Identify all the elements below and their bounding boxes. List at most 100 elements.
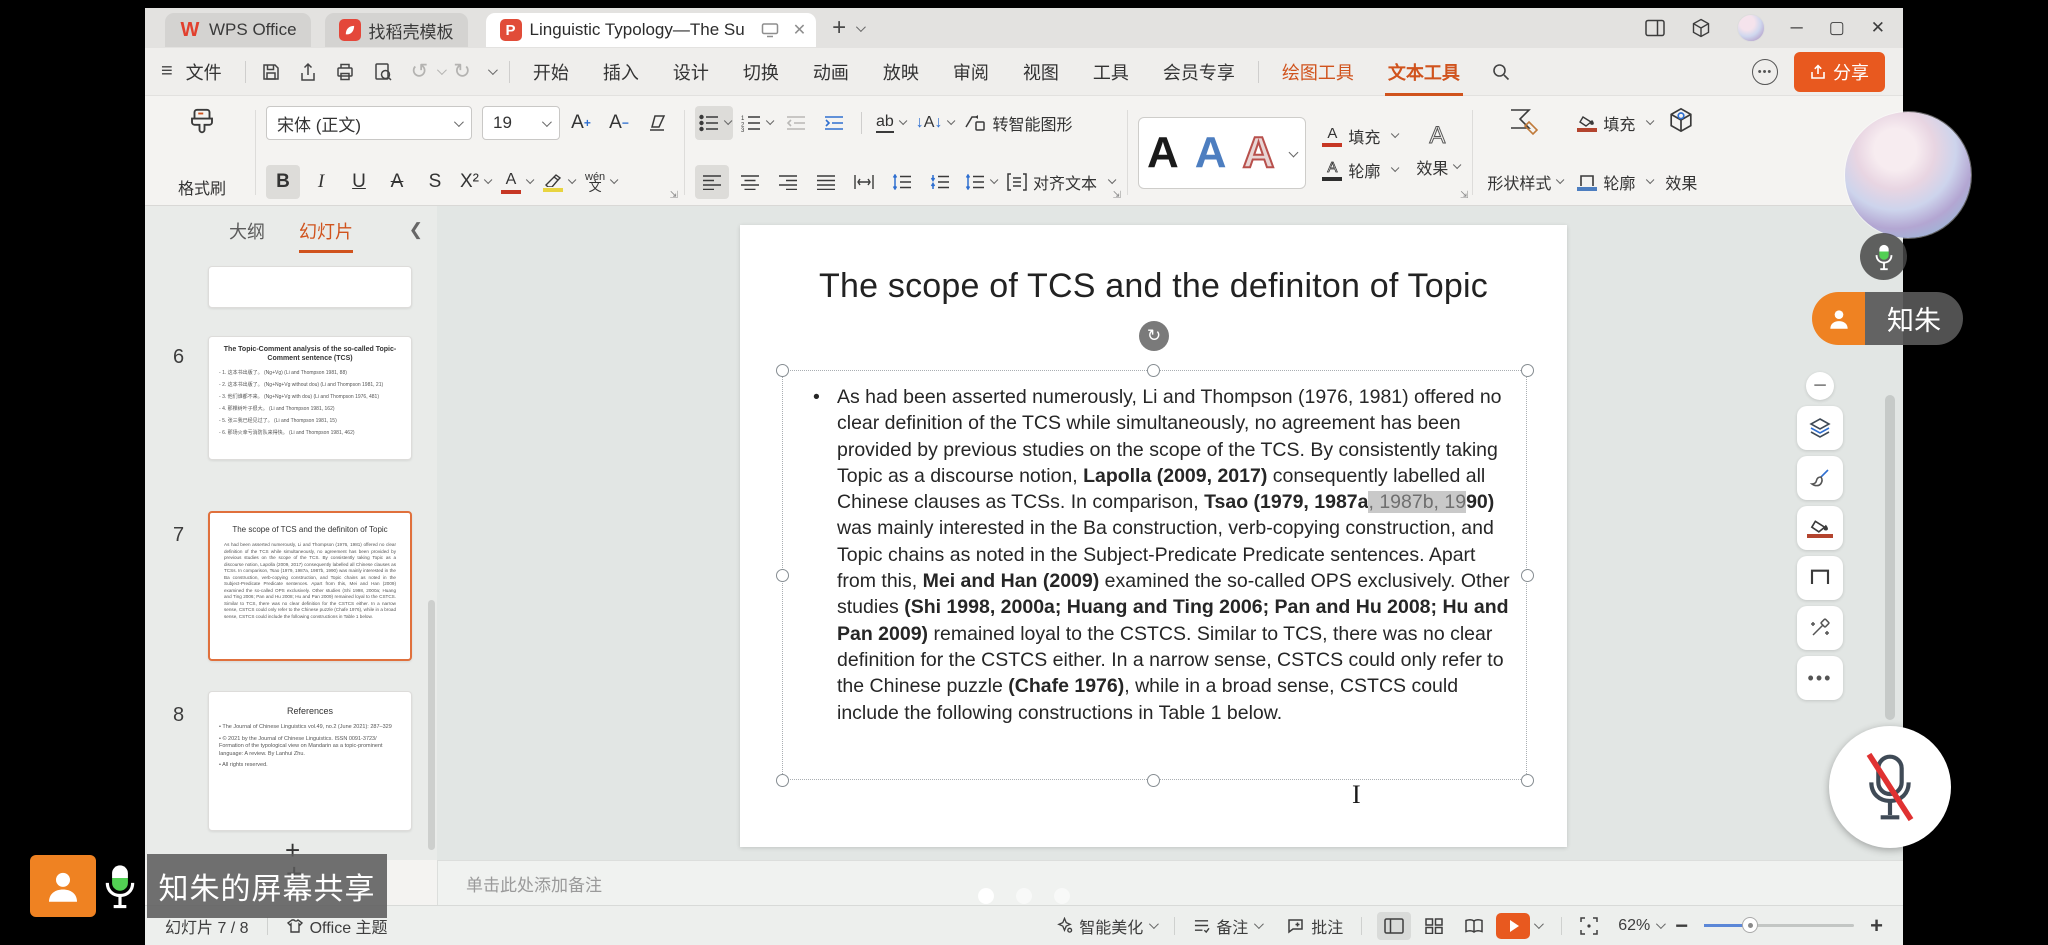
rail-collapse-button[interactable]: ─: [1806, 372, 1834, 400]
distribute-button[interactable]: [847, 165, 881, 199]
sharer-avatar[interactable]: [30, 855, 96, 917]
superscript-button[interactable]: X²: [456, 165, 493, 199]
slide-body-text[interactable]: As had been asserted numerously, Li and …: [811, 384, 1517, 726]
slideshow-play-button[interactable]: [1496, 913, 1530, 939]
menu-insert[interactable]: 插入: [586, 59, 656, 85]
share-button[interactable]: 分享: [1794, 52, 1885, 92]
line-spacing-options-button[interactable]: [961, 165, 999, 199]
justify-button[interactable]: [809, 165, 843, 199]
line-spacing-increase-button[interactable]: [885, 165, 919, 199]
print-icon[interactable]: [335, 62, 355, 82]
highlight-color-button[interactable]: [539, 165, 577, 199]
rotate-handle-icon[interactable]: ↻: [1139, 321, 1169, 351]
resize-handle-mid-right[interactable]: [1521, 569, 1534, 582]
style-outline-a[interactable]: A: [1243, 128, 1275, 178]
style-blue-a[interactable]: A: [1195, 128, 1227, 178]
numbered-list-button[interactable]: 123: [737, 106, 775, 140]
menu-animation[interactable]: 动画: [796, 59, 866, 85]
mic-status-icon[interactable]: [1860, 233, 1907, 280]
notes-bar[interactable]: 单击此处添加备注: [437, 860, 1903, 905]
menu-transition[interactable]: 切换: [726, 59, 796, 85]
bold-button[interactable]: B: [266, 165, 300, 199]
italic-button[interactable]: I: [304, 165, 338, 199]
align-left-button[interactable]: [695, 165, 729, 199]
integration-cube-icon[interactable]: [1691, 18, 1711, 38]
menu-view[interactable]: 视图: [1006, 59, 1076, 85]
decrease-font-button[interactable]: A−: [602, 106, 636, 140]
resize-handle-top-left[interactable]: [776, 364, 789, 377]
font-name-select[interactable]: 宋体 (正文): [266, 106, 472, 140]
account-avatar[interactable]: [1737, 14, 1765, 42]
shape-style-button[interactable]: 形状样式: [1483, 165, 1565, 199]
menu-slideshow[interactable]: 放映: [866, 59, 936, 85]
panel-scrollbar[interactable]: [428, 600, 435, 850]
mic-muted-button[interactable]: [1829, 726, 1951, 848]
editing-canvas[interactable]: The scope of TCS and the definiton of To…: [437, 206, 1903, 860]
slide-title[interactable]: The scope of TCS and the definiton of To…: [740, 267, 1567, 306]
resize-handle-bottom-right[interactable]: [1521, 774, 1534, 787]
fit-slide-button[interactable]: [1574, 917, 1604, 935]
menu-draw-tools[interactable]: 绘图工具: [1265, 59, 1371, 85]
resize-handle-bottom-left[interactable]: [776, 774, 789, 787]
text-style-gallery[interactable]: A A A: [1138, 117, 1306, 189]
text-direction-button[interactable]: ↓A↓: [912, 106, 957, 140]
hamburger-icon[interactable]: ≡: [161, 60, 173, 83]
bullet-list-button[interactable]: [695, 106, 733, 140]
search-icon[interactable]: [1491, 62, 1511, 82]
text-fill-button[interactable]: A 填充: [1318, 119, 1400, 153]
quickbar-chevron-icon[interactable]: [488, 65, 498, 75]
sharer-mic-icon[interactable]: [101, 858, 139, 914]
save-icon[interactable]: [261, 62, 281, 82]
minimize-button[interactable]: ─: [1791, 18, 1803, 38]
style-black-a[interactable]: A: [1147, 128, 1179, 178]
maximize-button[interactable]: ▢: [1829, 18, 1845, 38]
font-size-select[interactable]: 19: [482, 106, 560, 140]
print-preview-icon[interactable]: [373, 62, 393, 82]
new-tab-button[interactable]: +: [832, 14, 846, 42]
resize-handle-top-right[interactable]: [1521, 364, 1534, 377]
zoom-slider-thumb[interactable]: [1742, 917, 1758, 933]
split-view-icon[interactable]: [1645, 19, 1665, 37]
line-spacing-decrease-button[interactable]: [923, 165, 957, 199]
style-brush-button[interactable]: [1797, 456, 1843, 500]
align-text-button[interactable]: 对齐文本: [1003, 165, 1117, 199]
slide-thumbnail-6[interactable]: The Topic-Comment analysis of the so-cal…: [208, 336, 412, 460]
slide-7-canvas[interactable]: The scope of TCS and the definiton of To…: [740, 225, 1567, 847]
menu-file[interactable]: 文件: [182, 59, 239, 85]
slide-thumbnail-5-partial[interactable]: [208, 266, 412, 308]
increase-font-button[interactable]: A+: [564, 106, 598, 140]
shape-outline-button[interactable]: 轮廓: [1573, 165, 1655, 199]
notes-button[interactable]: 备注: [1187, 914, 1267, 938]
slide-sorter-button[interactable]: [1417, 912, 1451, 940]
increase-indent-button[interactable]: [817, 106, 851, 140]
text-outline-button[interactable]: A 轮廓: [1318, 153, 1400, 187]
tab-list-chevron-icon[interactable]: [856, 19, 863, 37]
pinyin-guide-button[interactable]: wén文: [581, 165, 619, 199]
menu-text-tools[interactable]: 文本工具: [1371, 59, 1477, 85]
zoom-out-button[interactable]: −: [1669, 913, 1694, 939]
align-right-button[interactable]: [771, 165, 805, 199]
fill-color-button[interactable]: [1797, 506, 1843, 550]
slide-thumbnail-7-selected[interactable]: The scope of TCS and the definiton of To…: [208, 511, 412, 661]
resize-handle-bottom-center[interactable]: [1147, 774, 1160, 787]
menu-home[interactable]: 开始: [516, 59, 586, 85]
shadow-button[interactable]: S: [418, 165, 452, 199]
format-painter-button[interactable]: 格式刷: [159, 106, 245, 199]
text-effect-button[interactable]: 效果: [1412, 150, 1462, 184]
more-tools-button[interactable]: •••: [1797, 656, 1843, 700]
normal-view-button[interactable]: [1377, 912, 1411, 940]
menu-review[interactable]: 审阅: [936, 59, 1006, 85]
align-center-button[interactable]: [733, 165, 767, 199]
font-group-expander-icon[interactable]: ⇲: [670, 190, 678, 201]
zoom-slider[interactable]: [1704, 924, 1854, 927]
tab-docer-templates[interactable]: 找稻壳模板: [325, 13, 468, 47]
underline-button[interactable]: U: [342, 165, 376, 199]
magic-effects-button[interactable]: [1797, 606, 1843, 650]
character-border-button[interactable]: ab: [872, 106, 908, 140]
canvas-scrollbar[interactable]: [1885, 395, 1895, 720]
webcam-avatar[interactable]: [1845, 112, 1971, 238]
tab-outline[interactable]: 大纲: [229, 218, 265, 253]
layers-button[interactable]: [1797, 406, 1843, 450]
tab-close-icon[interactable]: ✕: [793, 20, 806, 40]
menu-membership[interactable]: 会员专享: [1146, 59, 1252, 85]
